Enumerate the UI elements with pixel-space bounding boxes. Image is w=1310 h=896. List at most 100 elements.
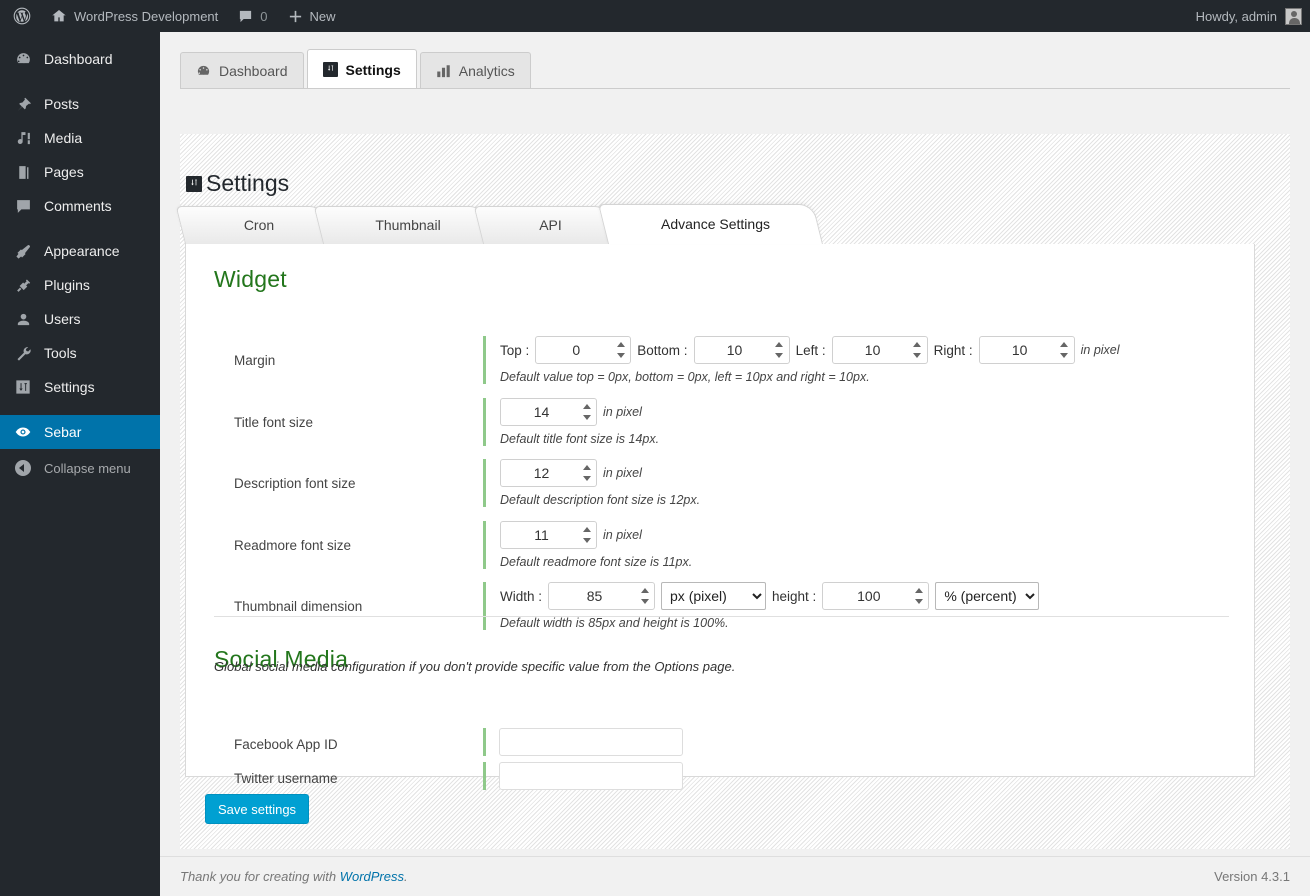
sidebar-item-sebar[interactable]: Sebar	[0, 415, 168, 449]
admin-bar: WordPress Development 0 New Howdy, admin	[0, 0, 1310, 32]
sidebar-item-users[interactable]: Users	[0, 302, 160, 336]
spinner-arrows-icon[interactable]	[582, 404, 591, 420]
spinner-arrows-icon[interactable]	[582, 465, 591, 481]
sebar-icon	[13, 423, 33, 441]
readmore-font-size-unit: in pixel	[603, 528, 642, 542]
thumbnail-width-input[interactable]	[548, 582, 656, 610]
site-title-label: WordPress Development	[74, 8, 219, 24]
sidebar-item-label: Dashboard	[44, 51, 113, 67]
margin-label: Margin	[234, 353, 276, 368]
sidebar-item-settings[interactable]: Settings	[0, 370, 160, 404]
margin-right-stepper[interactable]	[978, 336, 1075, 364]
new-content-menu[interactable]: New	[278, 0, 346, 32]
page-title-label: Settings	[206, 170, 290, 196]
spinner-arrows-icon[interactable]	[914, 588, 923, 604]
sidebar-item-tools[interactable]: Tools	[0, 336, 160, 370]
plugin-tab-bar: Dashboard Settings Analytics	[180, 49, 534, 89]
paintbrush-icon	[13, 243, 33, 260]
margin-top-stepper[interactable]	[535, 336, 632, 364]
thumbnail-height-unit-select[interactable]: px (pixel)% (percent)	[935, 582, 1040, 610]
footer-credit: Thank you for creating with WordPress.	[180, 869, 408, 884]
sidebar-item-label: Settings	[44, 379, 95, 395]
social-media-subtitle: Global social media configuration if you…	[214, 659, 736, 674]
thumbnail-width-stepper[interactable]	[548, 582, 656, 610]
sidebar-item-label: Media	[44, 130, 83, 146]
plug-icon	[13, 277, 33, 294]
comment-count-badge: 0	[260, 8, 268, 24]
tab-label: Settings	[345, 61, 401, 78]
settings-sliders-icon	[322, 62, 338, 77]
margin-bottom-label: Bottom :	[637, 342, 688, 358]
plus-icon	[288, 9, 303, 24]
settings-panel-background: Settings Cron Thumbnail API Advance Sett…	[175, 134, 1290, 849]
avatar[interactable]	[1285, 7, 1302, 25]
spinner-arrows-icon[interactable]	[582, 527, 591, 543]
sidebar-item-pages[interactable]: Pages	[0, 155, 160, 189]
collapse-menu-button[interactable]: Collapse menu	[0, 451, 160, 485]
wordpress-link[interactable]: WordPress	[340, 869, 404, 884]
page-title: Settings	[186, 170, 289, 197]
subtab-label: Cron	[243, 217, 275, 233]
wrench-icon	[13, 345, 33, 362]
readmore-font-size-label: Readmore font size	[234, 538, 352, 553]
description-font-size-note: Default description font size is 12px.	[500, 493, 701, 507]
spinner-arrows-icon[interactable]	[775, 342, 784, 358]
description-font-size-unit: in pixel	[603, 466, 642, 480]
howdy-label[interactable]: Howdy, admin	[1196, 9, 1277, 24]
readmore-font-size-stepper[interactable]	[500, 521, 597, 549]
wordpress-version-label: Version 4.3.1	[1214, 869, 1290, 884]
spinner-arrows-icon[interactable]	[616, 342, 625, 358]
spinner-arrows-icon[interactable]	[913, 342, 922, 358]
footer-thanks-suffix: .	[404, 869, 408, 884]
thumbnail-height-input[interactable]	[822, 582, 930, 610]
title-font-size-stepper[interactable]	[500, 398, 597, 426]
margin-unit-label: in pixel	[1080, 343, 1120, 357]
sidebar-item-comments[interactable]: Comments	[0, 189, 160, 223]
admin-footer: Thank you for creating with WordPress. V…	[160, 856, 1310, 896]
dashboard-icon	[13, 51, 33, 68]
subtab-api[interactable]: API	[473, 206, 618, 244]
thumbnail-height-stepper[interactable]	[822, 582, 930, 610]
thumbnail-width-label: Width :	[500, 588, 543, 604]
sidebar-item-dashboard[interactable]: Dashboard	[0, 42, 160, 76]
twitter-username-label: Twitter username	[234, 771, 338, 786]
margin-control-group: Top : Bottom : Left :	[483, 336, 1120, 384]
tab-label: Analytics	[458, 63, 515, 79]
admin-sidebar: Dashboard Posts Media Pages Comments App…	[0, 32, 168, 896]
tab-settings[interactable]: Settings	[306, 49, 417, 89]
subtab-thumbnail[interactable]: Thumbnail	[313, 206, 493, 244]
subtab-label: Advance Settings	[661, 216, 770, 232]
comments-menu[interactable]: 0	[228, 0, 277, 32]
thumbnail-width-unit-select[interactable]: px (pixel)% (percent)	[661, 582, 767, 610]
margin-left-stepper[interactable]	[831, 336, 928, 364]
margin-left-label: Left :	[795, 342, 826, 358]
wordpress-logo-button[interactable]	[0, 0, 41, 32]
sidebar-item-plugins[interactable]: Plugins	[0, 268, 160, 302]
description-font-size-stepper[interactable]	[500, 459, 597, 487]
tab-analytics[interactable]: Analytics	[419, 52, 531, 89]
wordpress-logo-icon	[12, 6, 32, 26]
settings-sliders-icon	[186, 175, 202, 192]
margin-right-label: Right :	[933, 342, 973, 358]
subtab-advance-settings[interactable]: Advance Settings	[598, 204, 823, 244]
sidebar-item-appearance[interactable]: Appearance	[0, 234, 160, 268]
subtab-label: Thumbnail	[375, 217, 441, 233]
spinner-arrows-icon[interactable]	[1060, 342, 1069, 358]
subtab-cron[interactable]: Cron	[175, 206, 333, 244]
sidebar-item-media[interactable]: Media	[0, 121, 160, 155]
save-settings-button[interactable]: Save settings	[205, 794, 310, 824]
facebook-app-id-input[interactable]	[499, 728, 683, 756]
margin-note: Default value top = 0px, bottom = 0px, l…	[500, 370, 870, 384]
settings-card: Widget Margin Top : Bottom :	[185, 244, 1255, 790]
sidebar-item-label: Sebar	[44, 424, 82, 440]
site-name-menu[interactable]: WordPress Development	[41, 0, 228, 32]
tab-dashboard[interactable]: Dashboard	[180, 52, 304, 89]
spinner-arrows-icon[interactable]	[640, 588, 649, 604]
twitter-username-input[interactable]	[499, 762, 683, 790]
margin-bottom-stepper[interactable]	[693, 336, 790, 364]
title-font-size-control-group: in pixel Default title font size is 14px…	[483, 398, 659, 446]
collapse-menu-label: Collapse menu	[44, 460, 131, 476]
description-font-size-label: Description font size	[234, 476, 356, 491]
sidebar-item-posts[interactable]: Posts	[0, 87, 160, 121]
settings-sub-tabs: Cron Thumbnail API Advance Settings	[175, 204, 823, 244]
